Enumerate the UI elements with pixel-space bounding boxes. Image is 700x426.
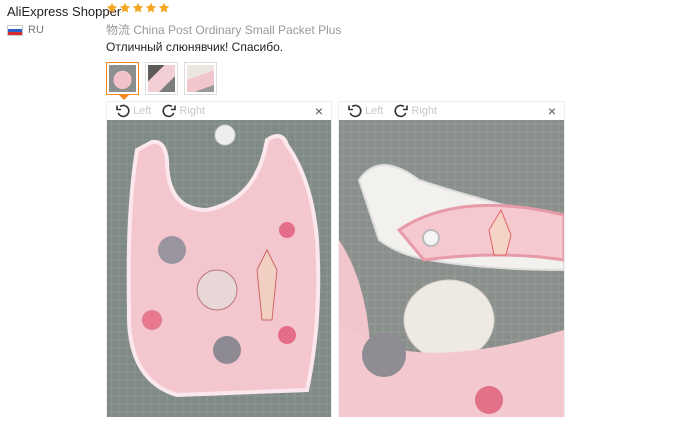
rotate-right-button[interactable]: Right: [161, 103, 205, 119]
photo-viewer-1: Left Right ×: [106, 101, 332, 417]
rotate-right-button[interactable]: Right: [393, 103, 437, 119]
star-icon: [158, 2, 170, 14]
russia-flag-icon: [7, 24, 23, 36]
viewer-toolbar: Left Right ×: [107, 102, 331, 120]
thumbnail-1[interactable]: [106, 62, 139, 100]
bib-closeup-image: [339, 120, 564, 417]
thumbnail-3[interactable]: [184, 62, 217, 95]
star-icon: [119, 2, 131, 14]
feedback-text: Отличный слюнявчик! Спасибо.: [106, 40, 284, 54]
bib-photo-image: [107, 120, 331, 417]
selected-indicator: [119, 95, 129, 100]
reviewer-name: AliExpress Shopper: [7, 4, 122, 19]
rotate-left-icon: [116, 104, 130, 118]
star-icon: [106, 2, 118, 14]
review-photo-1[interactable]: [107, 120, 331, 417]
rotate-right-icon: [394, 104, 409, 118]
rotate-left-button[interactable]: Left: [347, 103, 383, 119]
viewer-toolbar: Left Right ×: [339, 102, 564, 120]
photo-viewer-2: Left Right ×: [338, 101, 565, 417]
reviewer-country: RU: [7, 24, 44, 36]
rotate-right-icon: [162, 104, 177, 118]
shipping-method: 物流 China Post Ordinary Small Packet Plus: [106, 23, 342, 37]
thumbnail-2[interactable]: [145, 62, 178, 95]
rotate-left-button[interactable]: Left: [115, 103, 151, 119]
close-icon[interactable]: ×: [315, 103, 323, 119]
rotate-right-label: Right: [411, 105, 438, 117]
rotate-left-label: Left: [133, 105, 152, 117]
photo-thumbnails: [106, 62, 217, 100]
star-icon: [145, 2, 157, 14]
rotate-right-label: Right: [179, 105, 206, 117]
review-photo-2[interactable]: [339, 120, 564, 417]
rotate-left-label: Left: [365, 105, 384, 117]
rating-stars: [106, 2, 170, 14]
country-code: RU: [28, 24, 44, 36]
close-icon[interactable]: ×: [548, 103, 556, 119]
star-icon: [132, 2, 144, 14]
rotate-left-icon: [348, 104, 362, 118]
